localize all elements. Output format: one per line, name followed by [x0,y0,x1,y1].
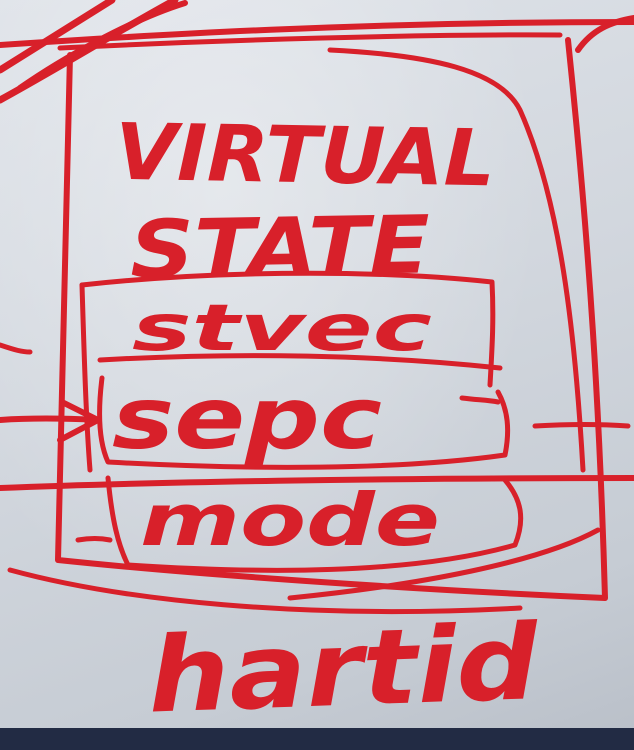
register-box-left-edge [79,282,93,473]
title-state: STATE [129,198,431,296]
right-tick [459,395,501,405]
whiteboard: VIRTUAL STATE stvec sepc mode hartid [0,0,634,750]
register-label-stvec: stvec [132,292,432,366]
arrow-shaft [0,415,101,423]
outer-label-hartid: hartid [146,601,542,737]
register-label-mode: mode [140,478,440,562]
corner-scribble-left [0,0,116,74]
register-label-sepc: sepc [112,369,382,469]
sweep-line [75,536,113,543]
left-tick [0,342,33,355]
hand-drawn-diagram: VIRTUAL STATE stvec sepc mode hartid [0,0,634,737]
title-virtual: VIRTUAL [114,108,496,205]
right-tick [532,422,631,429]
board-bottom-frame [0,728,634,750]
